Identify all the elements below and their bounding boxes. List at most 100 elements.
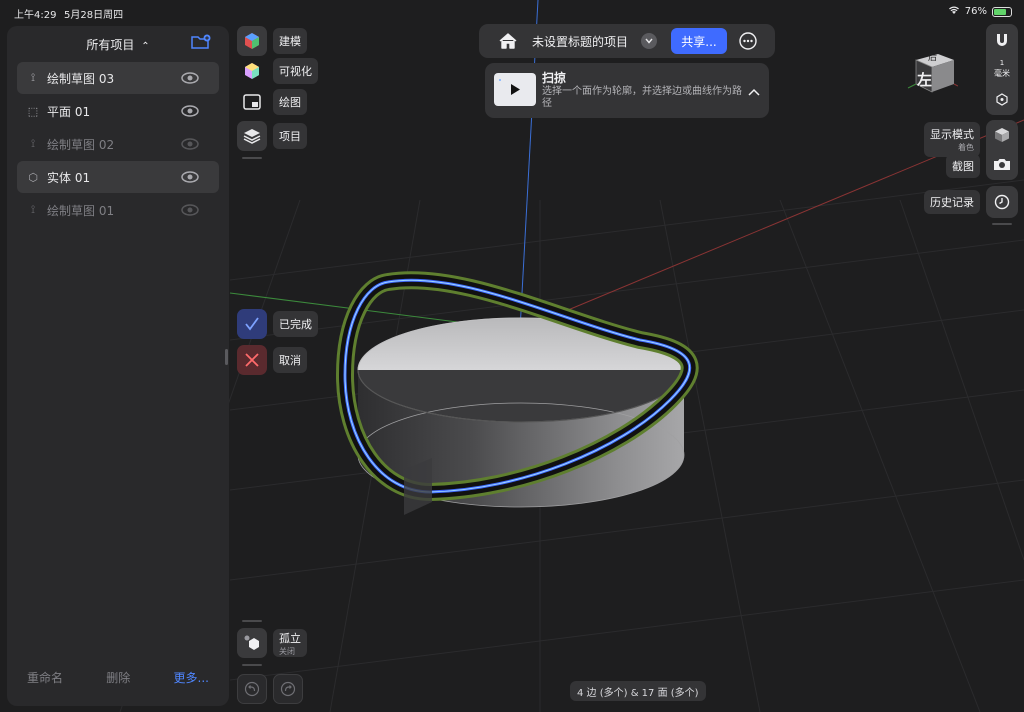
plane-icon: ⬚ [27,104,39,118]
sweep-description: 选择一个面作为轮廓，并选择边或曲线作为路径 [542,86,742,109]
selection-status: 4 边 (多个) & 17 面 (多个) [570,681,706,701]
drawing-label[interactable]: 绘图 [273,89,307,115]
view-cube[interactable]: 后 左 [906,48,959,96]
redo-icon [280,681,296,697]
wifi-icon [948,5,960,18]
visualize-label[interactable]: 可视化 [273,58,318,84]
sweep-title: 扫掠 [542,71,567,85]
battery-icon [992,6,1012,17]
status-date: 5月28日周四 [64,10,124,21]
isolate-label[interactable]: 孤立 关闭 [273,629,307,657]
visualize-workspace-button[interactable] [237,56,267,86]
cancel-button[interactable] [237,345,267,375]
drawing-workspace-button[interactable] [237,87,267,117]
eye-icon[interactable] [181,203,199,217]
top-bar: 未设置标题的项目 共享... [479,24,775,58]
chevron-up-icon[interactable] [748,85,760,99]
eye-icon[interactable] [181,137,199,151]
sweep-tool-card[interactable]: 扫掠 选择一个面作为轮廓，并选择边或曲线作为路径 [485,63,769,118]
drawing-icon [243,94,261,110]
play-icon [499,79,520,95]
rename-button[interactable]: 重命名 [27,669,63,686]
sketch-icon: ⟟ [30,203,36,216]
units-label[interactable]: 毫米 [986,68,1018,79]
chevron-updown-icon: ⌃ [141,41,150,52]
clock-icon [994,194,1010,213]
status-right: 76% [948,5,1012,18]
checkmark-icon [245,317,259,331]
sketch-icon: ⟟ [30,137,36,150]
delete-button[interactable]: 删除 [106,669,130,686]
eye-icon[interactable] [181,71,199,85]
display-mode-label[interactable]: 显示模式 着色 [924,122,980,157]
battery-level [994,8,1007,15]
project-button[interactable] [237,121,267,151]
tree-item-body-01[interactable]: ⬡ 实体 01 [17,161,219,193]
modeling-label[interactable]: 建模 [273,28,307,54]
display-mode-title: 显示模式 [930,128,974,141]
body-icon: ⬡ [28,170,38,184]
done-label[interactable]: 已完成 [273,311,318,337]
tree-item-label: 绘制草图 02 [47,137,115,152]
project-label[interactable]: 项目 [273,123,307,149]
view-cube-top-label: 后 [928,53,938,63]
chevron-down-icon[interactable] [641,33,657,49]
sketch-icon: ⟟ [30,71,36,84]
shaded-cube-icon[interactable] [994,127,1010,146]
project-title[interactable]: 未设置标题的项目 [532,33,628,50]
separator [992,223,1012,225]
tree-item-plane-01[interactable]: ⬚ 平面 01 [17,95,219,127]
eye-icon[interactable] [181,170,199,184]
home-icon[interactable] [498,32,518,53]
close-icon [245,353,259,367]
status-bar: 上午4:29 5月28日周四 76% [0,0,1024,22]
units-value[interactable]: 1 [986,59,1018,67]
separator [242,664,262,666]
right-toolbar-top: 1 毫米 [986,24,1018,115]
display-mode-group [986,120,1018,180]
modeling-workspace-button[interactable] [237,26,267,56]
history-label[interactable]: 历史记录 [924,190,980,214]
tree-item-label: 绘制草图 03 [47,71,115,86]
isolate-icon [244,635,259,650]
visualize-icon [245,63,259,79]
undo-button[interactable] [237,674,267,704]
display-mode-value: 着色 [958,143,974,152]
tree-item-sketch-01[interactable]: ⟟ 绘制草图 01 [17,194,219,226]
redo-button[interactable] [273,674,303,704]
more-button[interactable]: 更多... [174,669,209,686]
sweep-video-thumbnail[interactable] [494,73,536,106]
camera-icon[interactable] [993,157,1011,174]
undo-icon [244,681,260,697]
tree-item-sketch-03[interactable]: ⟟ 绘制草图 03 [17,62,219,94]
share-button[interactable]: 共享... [671,28,727,54]
project-browser-panel: 所有项目 ⌃ ⟟ 绘制草图 03 ⬚ 平面 01 ⟟ 绘制草图 02 ⬡ 实体 … [7,26,229,706]
isolate-title: 孤立 [279,631,301,645]
layers-icon [243,129,261,144]
panel-resize-handle[interactable] [225,349,228,365]
separator [242,157,262,159]
eye-icon[interactable] [181,104,199,118]
screenshot-label[interactable]: 截图 [946,154,980,178]
tree-item-label: 实体 01 [47,170,91,185]
done-button[interactable] [237,309,267,339]
battery-percent: 76% [964,6,987,17]
tree-item-label: 平面 01 [47,104,91,119]
separator [242,620,262,622]
tree-list: ⟟ 绘制草图 03 ⬚ 平面 01 ⟟ 绘制草图 02 ⬡ 实体 01 ⟟ 绘制… [17,62,219,227]
add-folder-icon[interactable] [191,34,211,54]
isolate-button[interactable] [237,628,267,658]
status-time: 上午4:29 [14,10,57,21]
axis-gizmo-icon[interactable] [995,92,1009,109]
panel-title: 所有项目 [86,38,135,52]
tree-item-sketch-02[interactable]: ⟟ 绘制草图 02 [17,128,219,160]
tree-item-label: 绘制草图 01 [47,203,115,218]
magnet-icon[interactable] [994,32,1010,51]
history-button[interactable] [986,186,1018,218]
more-options-icon[interactable] [739,32,757,53]
cancel-label[interactable]: 取消 [273,347,307,373]
modeling-icon [245,33,259,49]
panel-footer: 重命名 删除 更多... [7,669,229,686]
isolate-state: 关闭 [279,646,295,656]
view-cube-face-label: 左 [917,71,933,89]
